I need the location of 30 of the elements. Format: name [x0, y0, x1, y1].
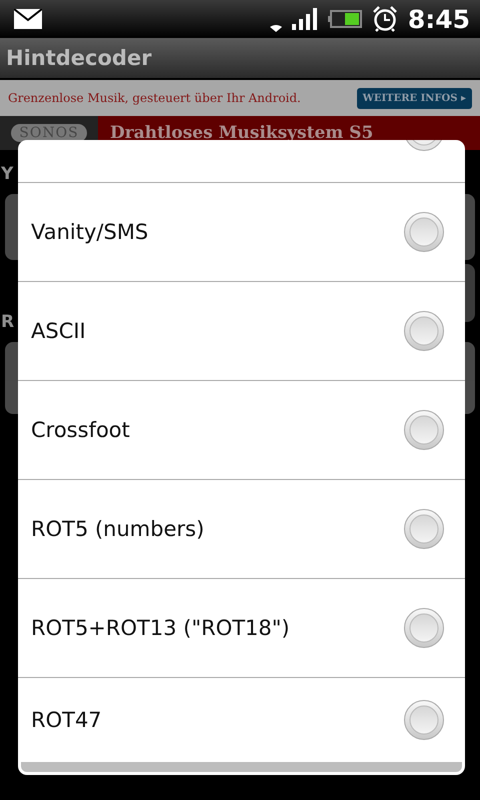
- option-row[interactable]: ROT5 (numbers): [18, 480, 465, 579]
- signal-icon: [292, 8, 318, 30]
- option-label: Crossfoot: [31, 418, 130, 442]
- radio-button[interactable]: [403, 409, 445, 451]
- option-row[interactable]: Vanity/SMS: [18, 183, 465, 282]
- field-label: Y: [0, 164, 14, 186]
- option-row[interactable]: Crossfoot: [18, 381, 465, 480]
- more-info-button[interactable]: WEITERE INFOS ▸: [356, 88, 472, 108]
- option-row[interactable]: ROT47: [18, 678, 465, 762]
- battery-icon: [328, 10, 362, 28]
- option-label: Vanity/SMS: [31, 220, 148, 244]
- option-label: ROT47: [31, 708, 102, 732]
- radio-button[interactable]: [403, 211, 445, 253]
- wifi-icon: [270, 24, 282, 32]
- alarm-clock-icon: [372, 6, 398, 32]
- clock-time: 8:45: [408, 4, 470, 34]
- option-label: ASCII: [31, 319, 86, 343]
- mail-icon: [14, 9, 42, 29]
- option-row[interactable]: ASCII: [18, 282, 465, 381]
- radio-button[interactable]: [403, 607, 445, 649]
- ad-slogan: Grenzenlose Musik, gesteuert über Ihr Android.: [8, 91, 301, 105]
- option-label: ROT5 (numbers): [31, 517, 204, 541]
- radio-button-edge-icon: [403, 140, 445, 152]
- radio-button[interactable]: [403, 699, 445, 741]
- option-row[interactable]: ROT5+ROT13 ("ROT18"): [18, 579, 465, 678]
- radio-button[interactable]: [403, 310, 445, 352]
- app-title: Hintdecoder: [6, 46, 152, 70]
- option-label: ROT5+ROT13 ("ROT18"): [31, 616, 290, 640]
- radio-button[interactable]: [403, 508, 445, 550]
- field-label: R: [0, 312, 14, 334]
